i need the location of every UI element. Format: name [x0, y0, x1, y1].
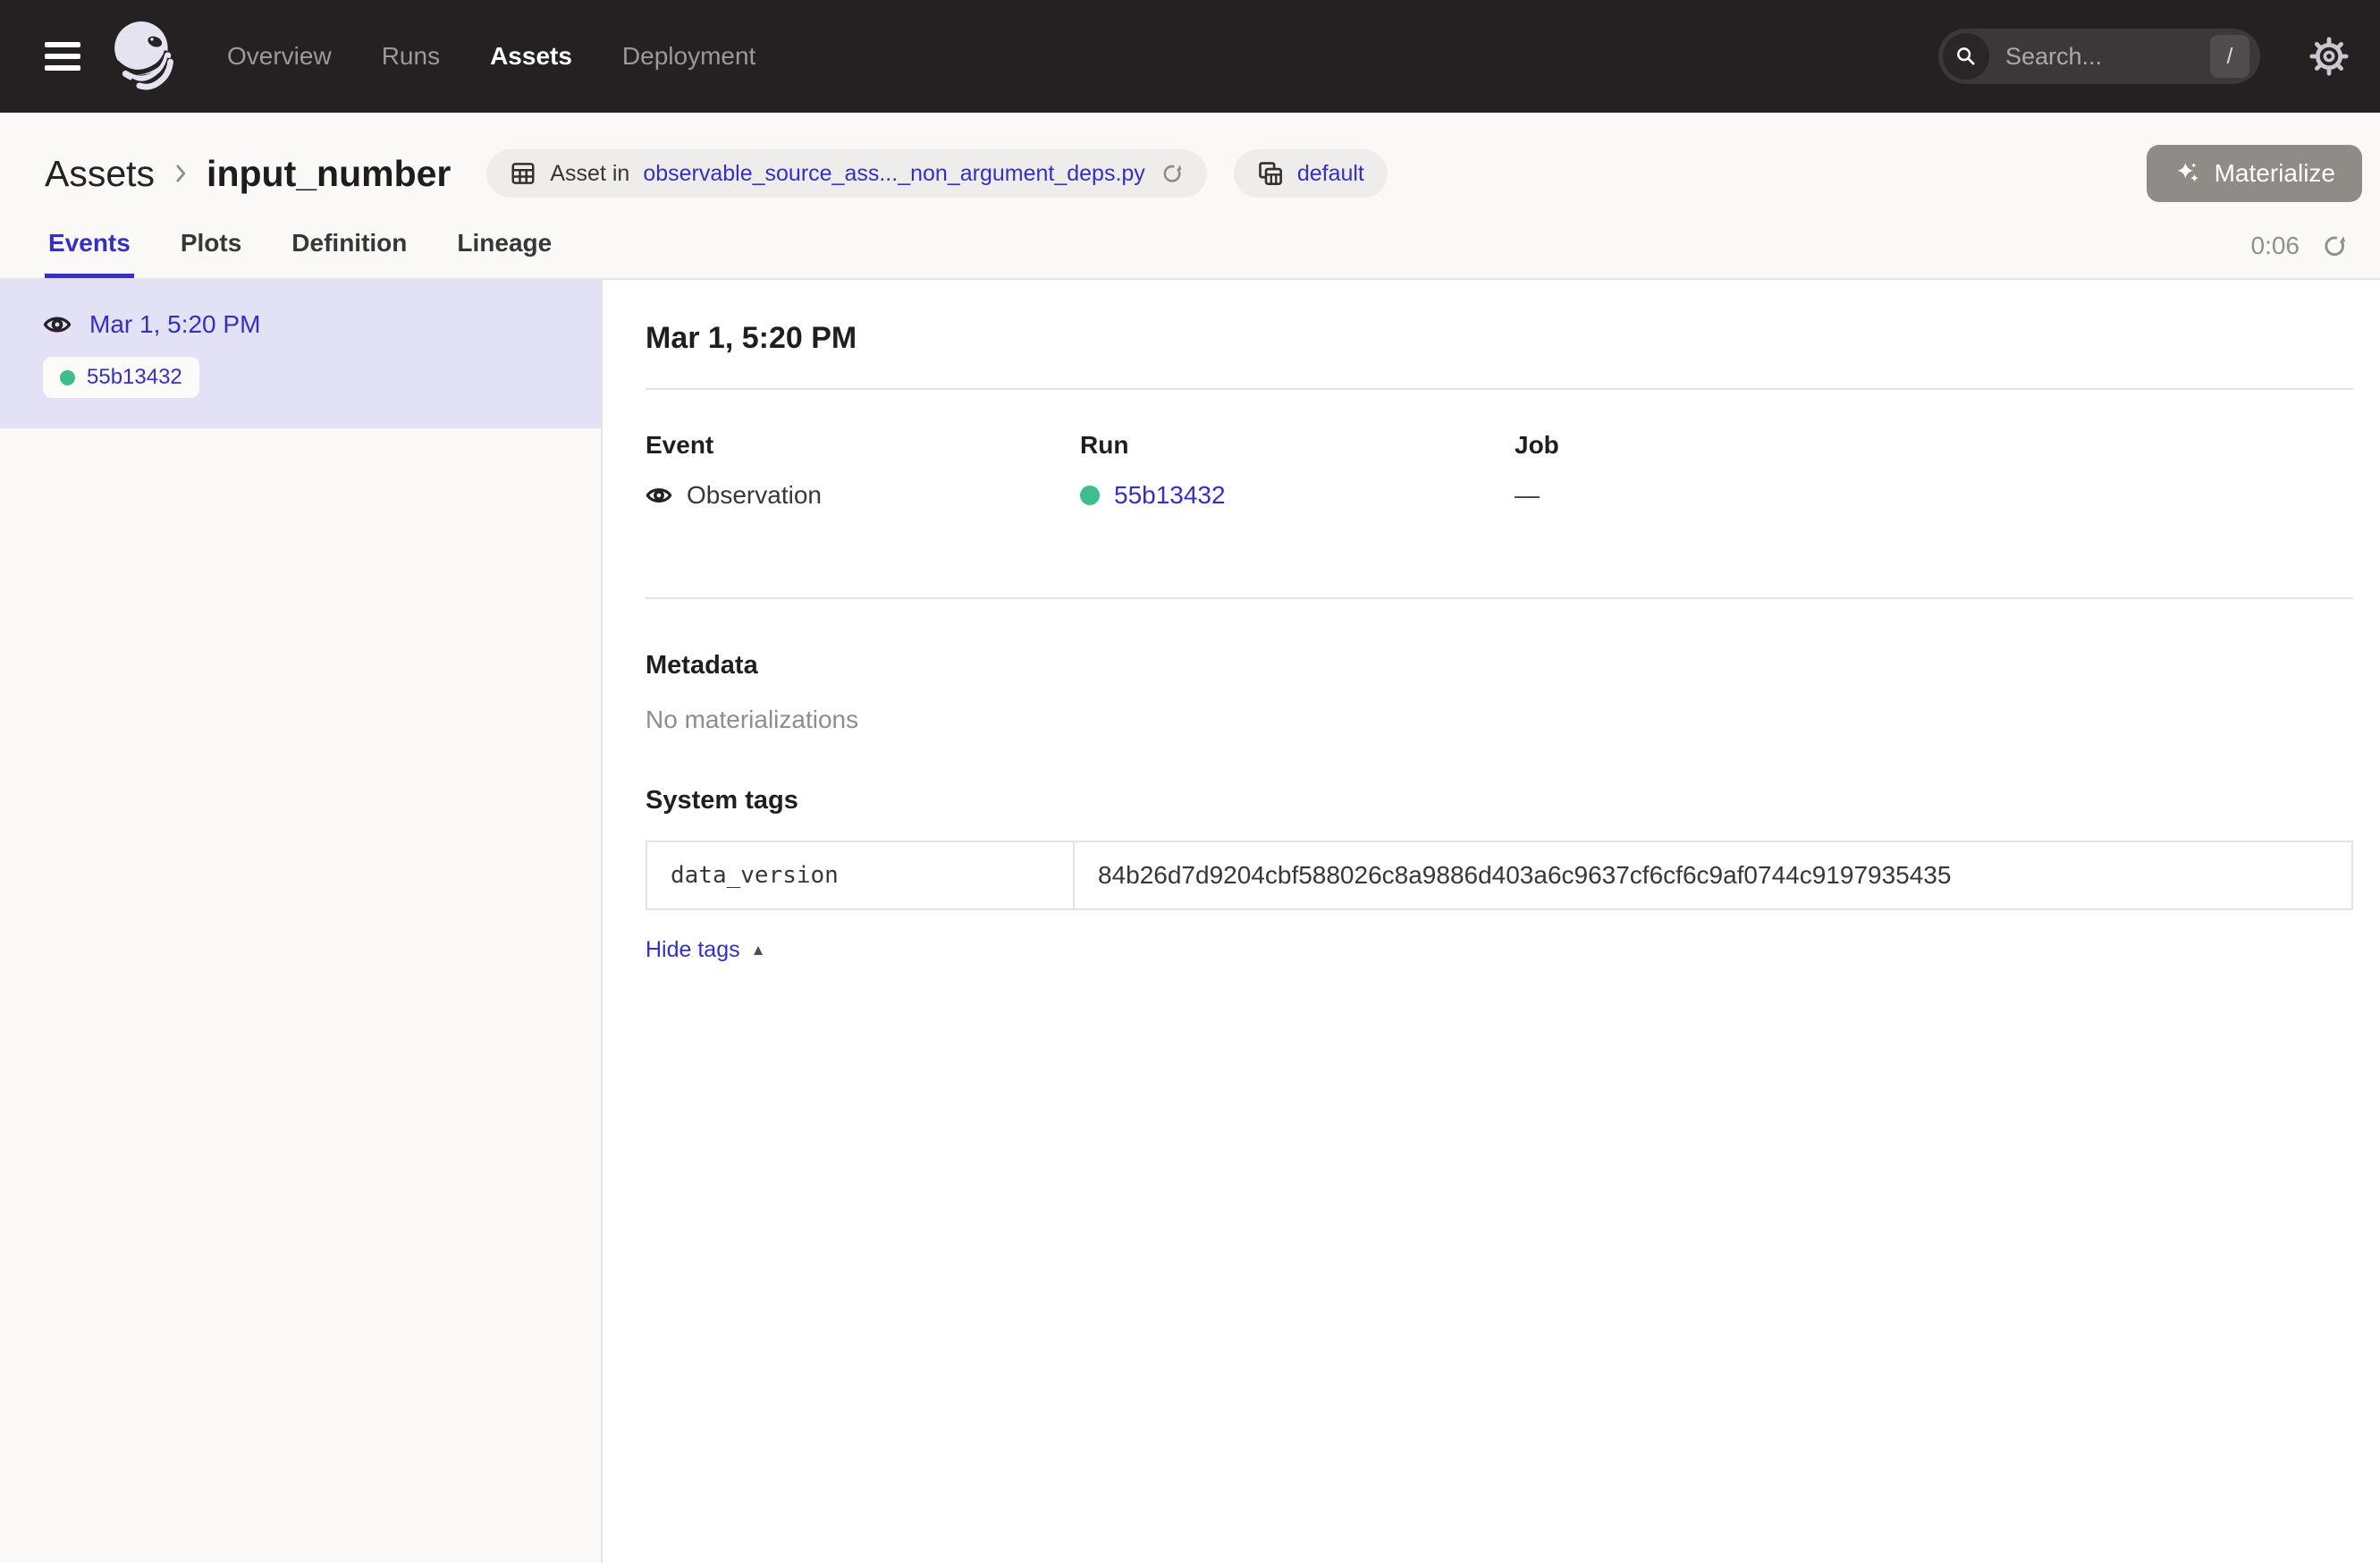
tab-lineage[interactable]: Lineage: [453, 229, 555, 278]
metadata-heading: Metadata: [646, 651, 2353, 680]
run-id-link[interactable]: 55b13432: [1114, 481, 1226, 510]
code-location-chip[interactable]: default: [1234, 149, 1388, 198]
tab-definition[interactable]: Definition: [288, 229, 410, 278]
materialize-button-label: Materialize: [2215, 159, 2335, 188]
materialize-button[interactable]: Materialize: [2147, 145, 2362, 202]
nav-item-assets[interactable]: Assets: [490, 42, 572, 71]
event-detail-pane: Mar 1, 5:20 PM Event Observation Run: [603, 280, 2380, 1563]
breadcrumb-assets-link[interactable]: Assets: [45, 153, 155, 195]
job-column: Job —: [1515, 431, 2353, 510]
event-detail-title: Mar 1, 5:20 PM: [646, 321, 2353, 356]
search-input[interactable]: [2004, 42, 2210, 72]
system-tags-heading: System tags: [646, 786, 2353, 815]
tag-key-cell: data_version: [646, 841, 1074, 909]
tag-value-cell: 84b26d7d9204cbf588026c8a9886d403a6c9637c…: [1074, 841, 2352, 909]
nav-item-overview[interactable]: Overview: [227, 42, 332, 71]
breadcrumb: Assets input_number Asset in observable_…: [0, 113, 2380, 202]
job-column-label: Job: [1515, 431, 2353, 460]
repo-grid-icon: [1257, 160, 1284, 187]
asset-definition-chip[interactable]: Asset in observable_source_ass..._non_ar…: [486, 149, 1206, 198]
page-header: Assets input_number Asset in observable_…: [0, 113, 2380, 280]
hide-tags-link[interactable]: Hide tags ▲: [646, 937, 765, 963]
global-search[interactable]: /: [1938, 29, 2260, 84]
page-title: input_number: [207, 153, 451, 195]
primary-nav: Overview Runs Assets Deployment: [227, 42, 755, 71]
tab-events[interactable]: Events: [45, 229, 134, 278]
nav-item-runs[interactable]: Runs: [382, 42, 440, 71]
top-nav-bar: Overview Runs Assets Deployment /: [0, 0, 2380, 113]
run-status-dot: [1080, 486, 1100, 505]
event-summary-columns: Event Observation Run 55b13432: [646, 390, 2353, 599]
event-column-label: Event: [646, 431, 1080, 460]
hide-tags-label: Hide tags: [646, 937, 740, 963]
dagster-logo-icon[interactable]: [109, 20, 182, 93]
sparkle-icon: [2173, 159, 2202, 188]
code-location-link[interactable]: default: [1297, 161, 1364, 187]
job-value: —: [1515, 481, 2353, 510]
table-grid-icon: [510, 160, 536, 187]
reload-definitions-icon[interactable]: [1159, 161, 1184, 186]
event-list-sidebar: Mar 1, 5:20 PM 55b13432: [0, 280, 603, 1563]
auto-refresh: 0:06: [2251, 232, 2349, 278]
system-tags-table: data_version 84b26d7d9204cbf588026c8a988…: [646, 841, 2353, 910]
metadata-empty-text: No materializations: [646, 705, 2353, 734]
observation-eye-icon: [43, 310, 72, 339]
event-column: Event Observation: [646, 431, 1080, 510]
asset-chip-prefix: Asset in: [550, 161, 629, 187]
app-root: Overview Runs Assets Deployment /: [0, 0, 2380, 1563]
refresh-countdown: 0:06: [2251, 232, 2300, 260]
search-shortcut-badge: /: [2210, 35, 2249, 78]
run-status-dot: [60, 370, 75, 385]
event-list-item-selected[interactable]: Mar 1, 5:20 PM 55b13432: [0, 280, 601, 428]
nav-item-deployment[interactable]: Deployment: [622, 42, 755, 71]
asset-definition-link[interactable]: observable_source_ass..._non_argument_de…: [643, 161, 1145, 187]
tab-bar: Events Plots Definition Lineage 0:06: [0, 202, 2380, 278]
event-date-label: Mar 1, 5:20 PM: [89, 310, 260, 339]
settings-gear-icon[interactable]: [2308, 36, 2350, 77]
run-column-label: Run: [1080, 431, 1515, 460]
run-id-tag-label: 55b13432: [87, 365, 182, 390]
event-type-value: Observation: [687, 481, 822, 510]
run-column: Run 55b13432: [1080, 431, 1515, 510]
run-id-tag[interactable]: 55b13432: [43, 357, 199, 398]
chevron-right-icon: [167, 160, 194, 187]
tab-plots[interactable]: Plots: [177, 229, 245, 278]
observation-eye-icon: [646, 482, 672, 509]
search-icon: [1943, 33, 1989, 80]
content-area: Mar 1, 5:20 PM 55b13432 Mar 1, 5:20 PM E…: [0, 280, 2380, 1563]
hamburger-menu-icon[interactable]: [45, 42, 80, 71]
table-row: data_version 84b26d7d9204cbf588026c8a988…: [646, 841, 2352, 909]
chevron-up-icon: ▲: [751, 942, 766, 959]
refresh-icon[interactable]: [2319, 232, 2348, 260]
